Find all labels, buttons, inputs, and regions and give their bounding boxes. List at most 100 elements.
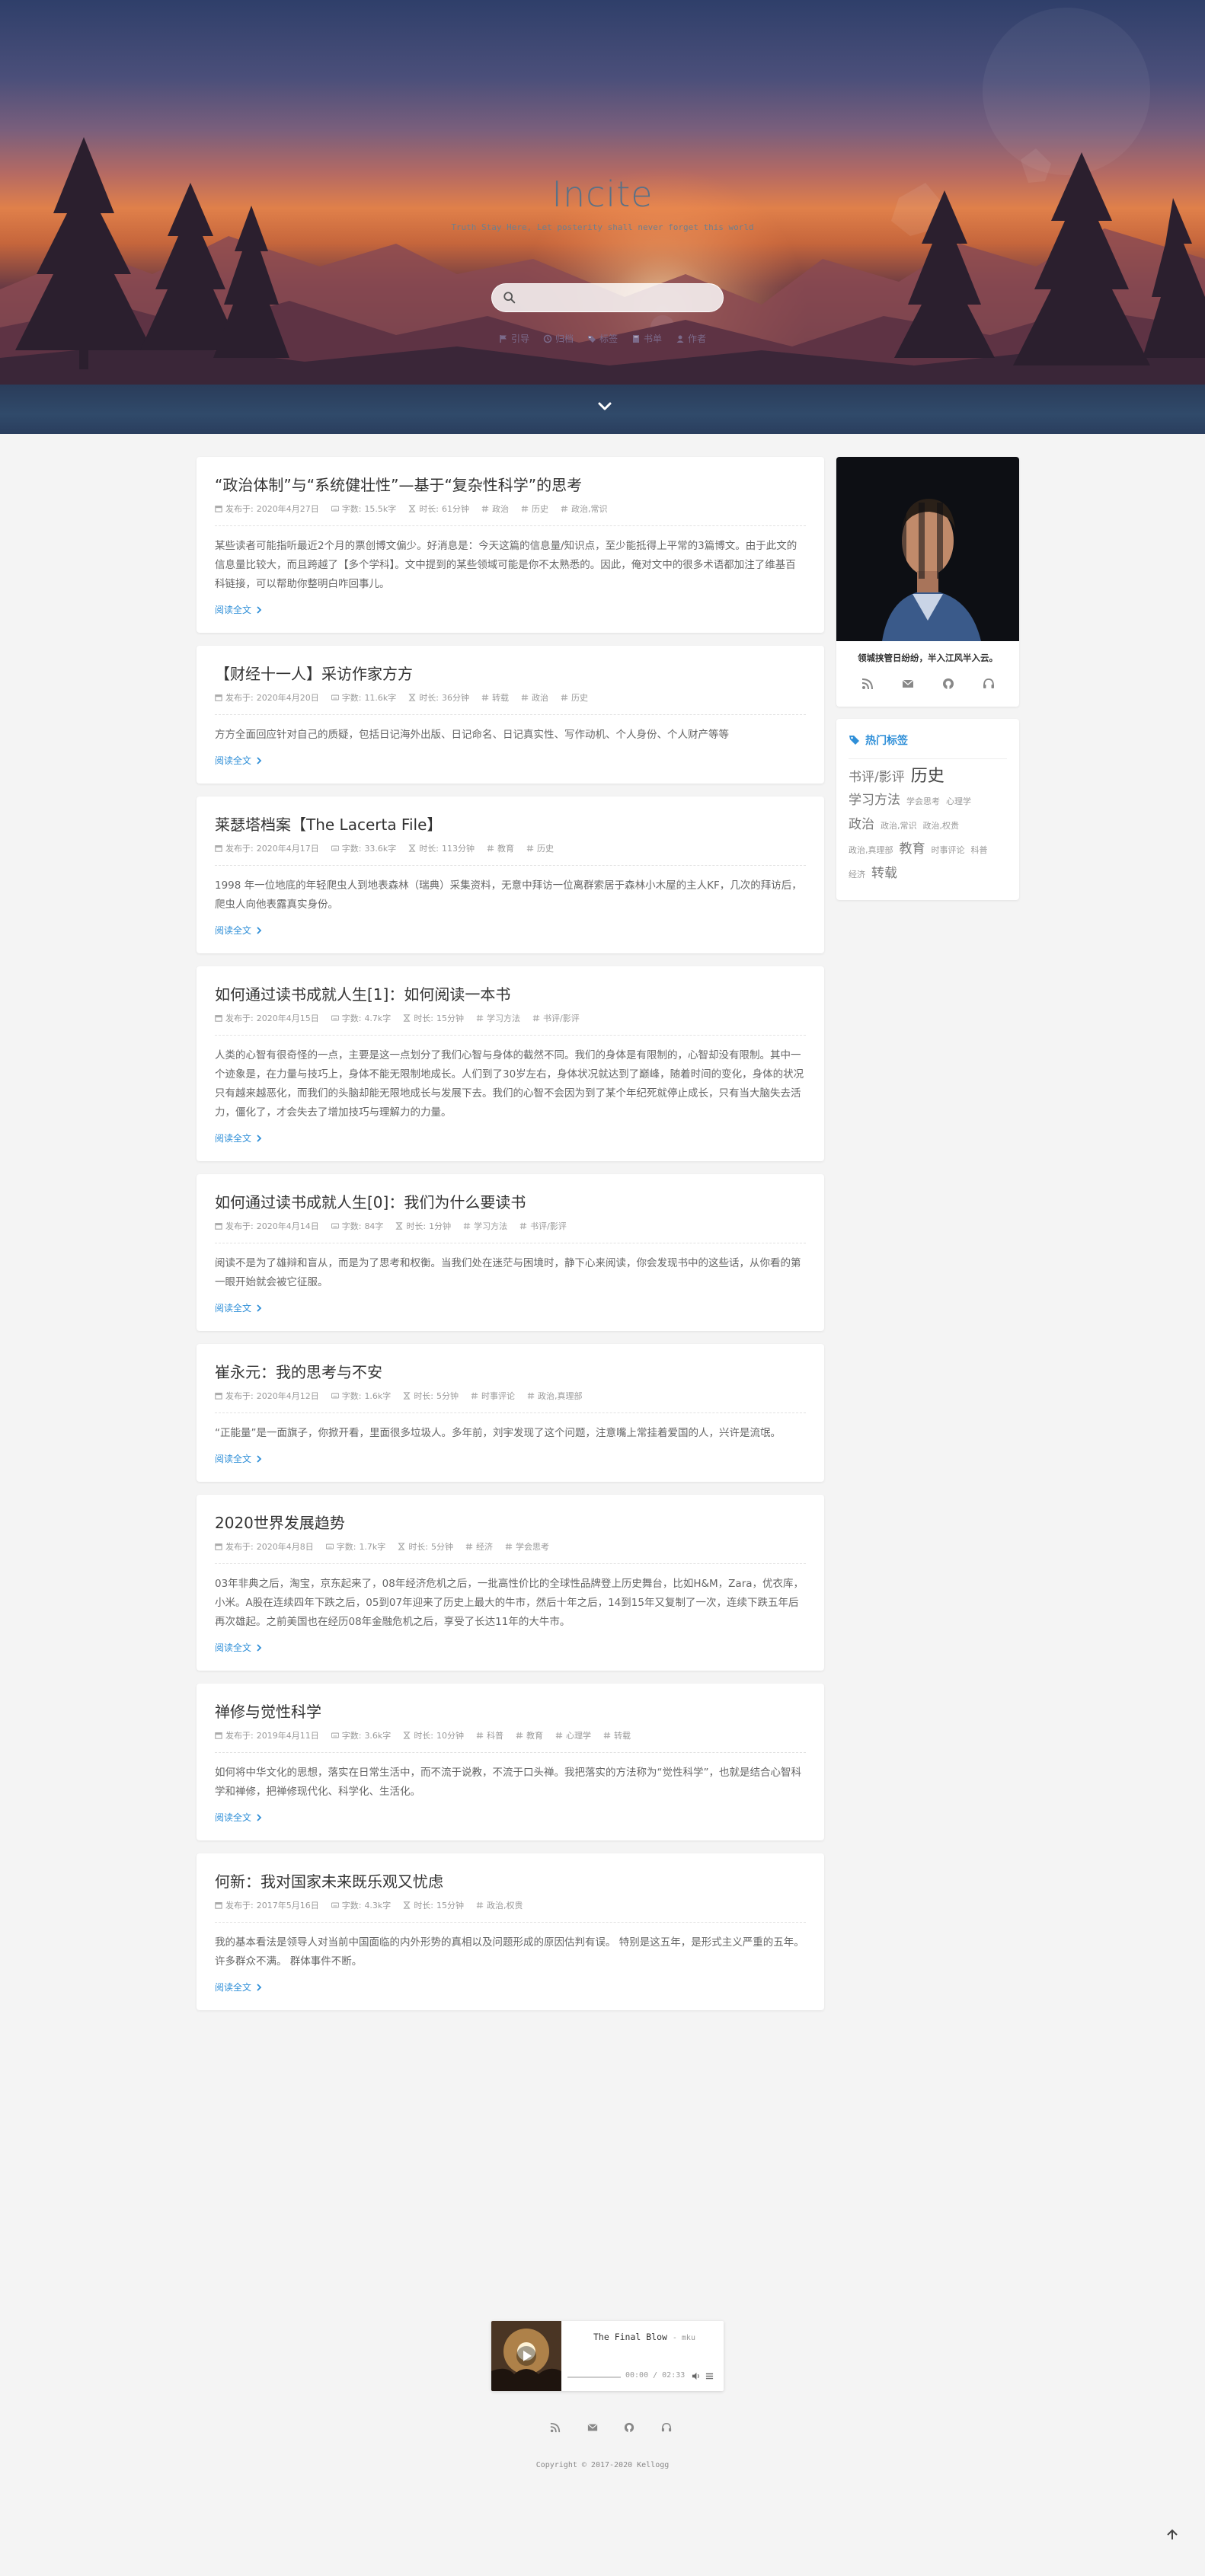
headphones-icon bbox=[983, 678, 994, 688]
footer-social-link-2[interactable] bbox=[624, 2421, 634, 2436]
post-title[interactable]: 如何通过读书成就人生[1]：如何阅读一本书 bbox=[215, 983, 806, 1006]
post-tag-label: 学习方法 bbox=[474, 1221, 508, 1231]
hash-icon bbox=[561, 694, 568, 701]
footer-social-links bbox=[550, 2421, 672, 2436]
chevron-down-icon[interactable] bbox=[596, 398, 613, 415]
sunset-landscape-illustration bbox=[0, 8, 1205, 434]
post-tag[interactable]: 书评/影评 bbox=[532, 1012, 580, 1024]
post-tag[interactable]: 政治,权贵 bbox=[476, 1899, 523, 1911]
post-title[interactable]: 禅修与觉性科学 bbox=[215, 1700, 806, 1723]
calendar-icon bbox=[215, 506, 222, 512]
volume-icon[interactable] bbox=[692, 2372, 700, 2380]
hash-icon bbox=[516, 1732, 523, 1739]
post-title[interactable]: 【财经十一人】采访作家方方 bbox=[215, 662, 806, 685]
post-tag[interactable]: 学习方法 bbox=[476, 1012, 520, 1024]
tag-cloud-item[interactable]: 政治 bbox=[849, 813, 874, 836]
post-title[interactable]: “政治体制”与“系统健壮性”—基于“复杂性科学”的思考 bbox=[215, 474, 806, 496]
post-title[interactable]: 何新：我对国家未来既乐观又忧虑 bbox=[215, 1870, 806, 1893]
album-cover[interactable] bbox=[491, 2321, 561, 2391]
site-subtitle: Truth Stay Here, Let posterity shall nev… bbox=[451, 222, 754, 232]
post-tag[interactable]: 经济 bbox=[465, 1540, 493, 1553]
post-read-time: 时长: 10分钟 bbox=[403, 1729, 464, 1741]
footer-social-link-1[interactable] bbox=[587, 2421, 598, 2436]
social-link-1[interactable] bbox=[902, 678, 914, 693]
post-title[interactable]: 莱瑟塔档案【The Lacerta File】 bbox=[215, 813, 806, 836]
tag-cloud-item[interactable]: 科普 bbox=[971, 839, 988, 862]
post-tag[interactable]: 政治,常识 bbox=[561, 503, 608, 515]
social-link-2[interactable] bbox=[942, 678, 954, 693]
post-tag[interactable]: 心理学 bbox=[555, 1729, 591, 1741]
post-tag[interactable]: 政治,真理部 bbox=[527, 1390, 583, 1402]
post-tag-label: 书评/影评 bbox=[530, 1221, 567, 1231]
hash-icon bbox=[603, 1732, 611, 1739]
post-read-time: 时长: 36分钟 bbox=[408, 691, 469, 704]
search-box[interactable] bbox=[491, 283, 724, 312]
post-tag[interactable]: 学会思考 bbox=[505, 1540, 549, 1553]
post-date-label: 发布于: bbox=[225, 1542, 254, 1552]
tag-cloud-item[interactable]: 经济 bbox=[849, 863, 865, 886]
read-more-link[interactable]: 阅读全文 bbox=[215, 924, 806, 937]
book-icon bbox=[633, 334, 639, 343]
post-tag[interactable]: 书评/影评 bbox=[519, 1220, 567, 1232]
tag-cloud-item[interactable]: 心理学 bbox=[946, 790, 971, 813]
read-more-link[interactable]: 阅读全文 bbox=[215, 1132, 806, 1144]
social-link-3[interactable] bbox=[983, 678, 995, 693]
post-tag[interactable]: 科普 bbox=[476, 1729, 503, 1741]
post-card: 2020世界发展趋势 发布于: 2020年4月8日 字数: 1.7k字 时长: 5分钟 经济学… bbox=[197, 1495, 824, 1671]
post-tag[interactable]: 教育 bbox=[487, 842, 514, 854]
post-tag[interactable]: 教育 bbox=[516, 1729, 543, 1741]
back-to-top-icon[interactable] bbox=[1165, 2528, 1179, 2542]
post-meta: 发布于: 2020年4月12日 字数: 1.6k字 时长: 5分钟 时事评论 政治,真理部 bbox=[215, 1390, 806, 1413]
post-tag[interactable]: 转载 bbox=[481, 691, 509, 704]
tag-cloud-item[interactable]: 政治,权贵 bbox=[923, 815, 960, 838]
tag-cloud-item[interactable]: 转载 bbox=[871, 862, 897, 885]
post-read-time: 时长: 15分钟 bbox=[403, 1012, 464, 1024]
tag-cloud-item[interactable]: 政治,常识 bbox=[881, 815, 917, 838]
social-link-0[interactable] bbox=[861, 678, 874, 693]
post-title[interactable]: 2020世界发展趋势 bbox=[215, 1511, 806, 1534]
post-tag[interactable]: 历史 bbox=[526, 842, 554, 854]
nav-item-2[interactable]: 标签 bbox=[587, 332, 618, 345]
tag-cloud-item[interactable]: 政治,真理部 bbox=[849, 839, 893, 862]
chevron-right-icon bbox=[257, 756, 262, 765]
tag-cloud-item[interactable]: 教育 bbox=[900, 838, 925, 860]
footer-social-link-0[interactable] bbox=[550, 2421, 561, 2436]
chevron-right-icon bbox=[257, 1304, 262, 1312]
progress-bar[interactable] bbox=[567, 2376, 621, 2378]
tag-cloud-item[interactable]: 历史 bbox=[911, 765, 945, 788]
post-title[interactable]: 如何通过读书成就人生[0]：我们为什么要读书 bbox=[215, 1191, 806, 1214]
nav-item-4[interactable]: 作者 bbox=[676, 332, 706, 345]
footer-social-link-3[interactable] bbox=[661, 2421, 672, 2436]
post-tag[interactable]: 历史 bbox=[561, 691, 588, 704]
nav-item-1[interactable]: 归档 bbox=[543, 332, 574, 345]
post-tag-label: 学会思考 bbox=[516, 1542, 550, 1552]
post-tag[interactable]: 政治 bbox=[481, 503, 509, 515]
music-player[interactable]: The Final Blow - mku 00:00 / 02:33 bbox=[491, 2321, 724, 2391]
post-tag[interactable]: 政治 bbox=[521, 691, 548, 704]
post-tag[interactable]: 学习方法 bbox=[463, 1220, 507, 1232]
post-tag[interactable]: 时事评论 bbox=[471, 1390, 515, 1402]
read-more-link[interactable]: 阅读全文 bbox=[215, 603, 806, 616]
playlist-icon[interactable] bbox=[705, 2372, 714, 2380]
post-title[interactable]: 崔永元：我的思考与不安 bbox=[215, 1361, 806, 1384]
nav-item-label: 书单 bbox=[644, 334, 663, 344]
read-more-link[interactable]: 阅读全文 bbox=[215, 1641, 806, 1654]
search-input[interactable] bbox=[523, 289, 713, 308]
nav-item-3[interactable]: 书单 bbox=[631, 332, 662, 345]
post-date-value: 2020年4月20日 bbox=[256, 693, 319, 703]
read-more-link[interactable]: 阅读全文 bbox=[215, 754, 806, 767]
mail-icon bbox=[902, 679, 913, 688]
tag-cloud-item[interactable]: 时事评论 bbox=[932, 839, 965, 862]
read-more-link[interactable]: 阅读全文 bbox=[215, 1981, 806, 1993]
read-more-link[interactable]: 阅读全文 bbox=[215, 1811, 806, 1824]
site-title[interactable]: Incite bbox=[0, 174, 1205, 215]
tag-cloud-item[interactable]: 书评/影评 bbox=[849, 766, 905, 789]
post-tag[interactable]: 历史 bbox=[521, 503, 548, 515]
read-more-link[interactable]: 阅读全文 bbox=[215, 1301, 806, 1314]
nav-item-0[interactable]: 引导 bbox=[499, 332, 529, 345]
tag-cloud-item[interactable]: 学习方法 bbox=[849, 789, 900, 812]
post-tag[interactable]: 转载 bbox=[603, 1729, 631, 1741]
tag-cloud-item[interactable]: 学会思考 bbox=[906, 790, 940, 813]
read-more-link[interactable]: 阅读全文 bbox=[215, 1452, 806, 1465]
hash-icon bbox=[471, 1392, 478, 1400]
